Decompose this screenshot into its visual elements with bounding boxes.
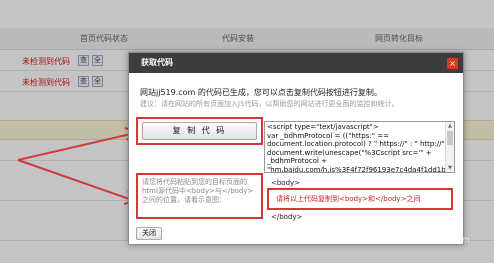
scroll-up-icon[interactable]: ▲: [447, 123, 453, 129]
tracking-code: <script type="text/javascript"> var _bdh…: [267, 123, 445, 173]
body-close-tag: </body>: [271, 213, 303, 221]
code-scrollbar[interactable]: ▲ ▼: [445, 122, 454, 172]
arrow-to-copy-button: [17, 132, 136, 161]
paste-instruction: 请您将代码粘贴到您的目标页面的html源代码中<body>与</body>之间的…: [142, 178, 254, 204]
arrow-to-instruction: [17, 159, 136, 202]
get-code-dialog: 获取代码 × 网站jj519.com 的代码已生成，您可以点击复制代码按钮进行复…: [128, 52, 464, 245]
body-open-tag: <body>: [271, 179, 301, 187]
code-generated-message: 网站jj519.com 的代码已生成，您可以点击复制代码按钮进行复制。: [140, 88, 382, 97]
install-hint: 建议：请在网站的所有页面加入JS代码，以帮助您的网站进行更全面的监控和统计。: [140, 100, 399, 108]
watermark: jingyan.baidu.com: [396, 235, 470, 244]
code-textarea[interactable]: <script type="text/javascript"> var _bdh…: [264, 121, 455, 173]
close-icon[interactable]: ×: [447, 58, 458, 69]
placement-text: 请将以上代码复制到<body>和</body>之间: [276, 195, 421, 203]
placement-highlight: 请将以上代码复制到<body>和</body>之间: [267, 188, 453, 210]
instruction-highlight: 请您将代码粘贴到您的目标页面的html源代码中<body>与</body>之间的…: [136, 173, 263, 219]
copy-code-button[interactable]: 复 制 代 码: [142, 122, 257, 140]
close-button[interactable]: 关闭: [136, 227, 162, 240]
scroll-down-icon[interactable]: ▼: [447, 165, 453, 171]
scroll-thumb[interactable]: [447, 131, 453, 145]
placement-diagram: <body> 请将以上代码复制到<body>和</body>之间 </body>: [267, 179, 455, 229]
copy-button-highlight: 复 制 代 码: [136, 117, 263, 145]
dialog-title: 获取代码: [129, 53, 463, 73]
